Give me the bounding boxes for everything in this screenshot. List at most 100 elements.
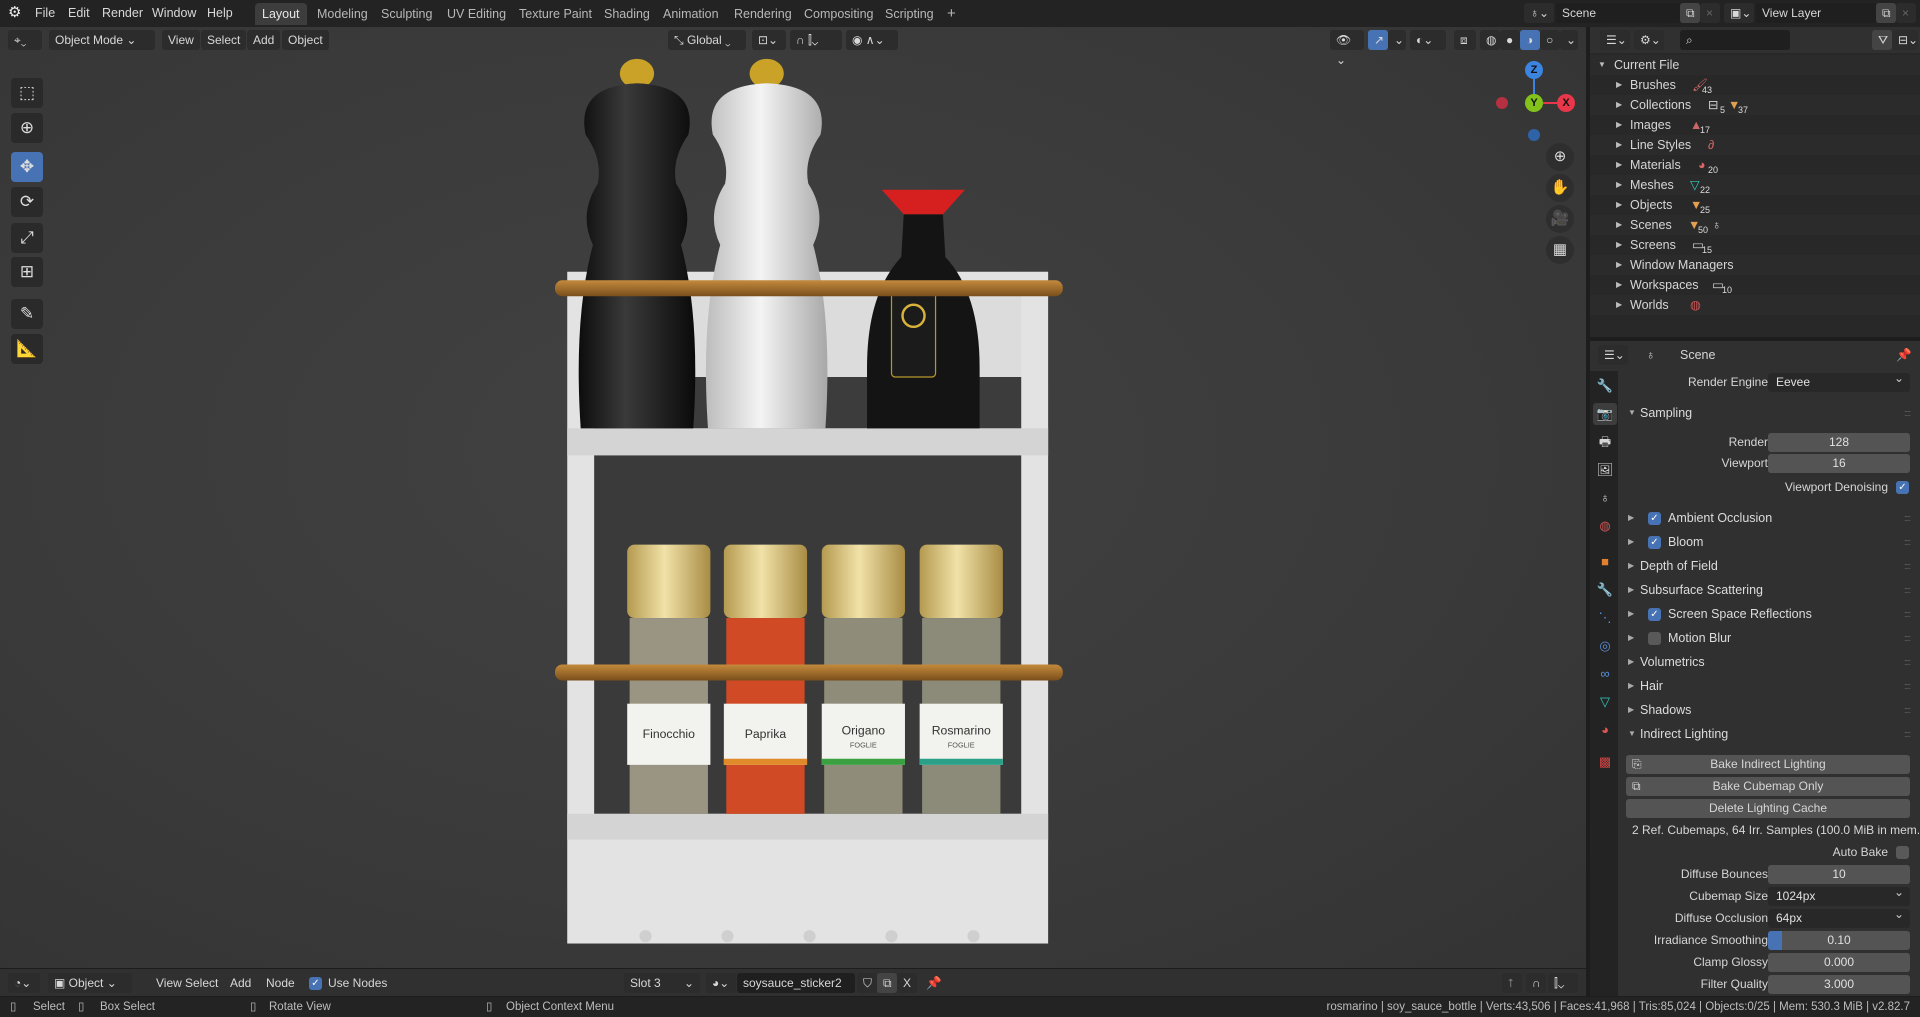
tab-modeling[interactable]: Modeling: [310, 3, 375, 25]
clamp-glossy-field[interactable]: 0.000: [1768, 953, 1910, 972]
tree-item-workspaces[interactable]: ▶ Workspaces ▭ 10: [1590, 275, 1920, 295]
filter-icon[interactable]: ⛛: [1872, 30, 1892, 50]
ambient-occlusion-checkbox[interactable]: ✓: [1648, 512, 1661, 525]
proportional-editing-icon[interactable]: ◉ ∧⌄: [846, 30, 898, 50]
viewport-denoising-checkbox[interactable]: ✓: [1896, 481, 1909, 494]
tree-item-line-styles[interactable]: ▶ Line Styles ∂: [1590, 135, 1920, 155]
render-engine-dropdown[interactable]: Eevee: [1768, 369, 1910, 392]
view-layer-selector-icon[interactable]: ▣⌄: [1724, 3, 1754, 23]
gizmo-x-axis[interactable]: X: [1557, 94, 1575, 112]
overlays-icon[interactable]: ◐⌄: [1410, 30, 1446, 50]
menu-help[interactable]: Help: [207, 4, 233, 22]
menu-render[interactable]: Render: [102, 4, 143, 22]
rotate-tool-icon[interactable]: ⟳: [11, 187, 43, 217]
filter-quality-field[interactable]: 3.000: [1768, 975, 1910, 994]
camera-view-icon[interactable]: 🎥: [1546, 205, 1574, 233]
particles-tab-icon[interactable]: ⋱: [1593, 607, 1617, 629]
visibility-icon[interactable]: 👁⌄: [1330, 30, 1364, 67]
material-browse-icon[interactable]: ◕⌄: [706, 973, 736, 993]
object-tab-icon[interactable]: ■: [1593, 551, 1617, 573]
tab-animation[interactable]: Animation: [656, 3, 726, 25]
add-workspace-button[interactable]: +: [940, 3, 963, 25]
bake-indirect-lighting-button[interactable]: ⎘ Bake Indirect Lighting: [1626, 755, 1910, 774]
menu-file[interactable]: File: [35, 4, 55, 22]
gizmo-neg-z-axis[interactable]: [1528, 129, 1540, 141]
snap-icon[interactable]: ∩: [1526, 973, 1546, 993]
3d-viewport[interactable]: Finocchio Paprika Origano FOGLIE Rosmari…: [0, 27, 1586, 968]
ssr-checkbox[interactable]: ✓: [1648, 608, 1661, 621]
view-layer-tab-icon[interactable]: 🖼: [1593, 459, 1617, 481]
gizmo-y-axis[interactable]: Y: [1525, 94, 1543, 112]
editor-type-icon[interactable]: ☰⌄: [1598, 345, 1628, 365]
pivot-point-icon[interactable]: ⊡⌄: [752, 30, 786, 50]
diffuse-bounces-field[interactable]: 10: [1768, 865, 1910, 884]
shader-type-dropdown[interactable]: ▣ Object ⌄: [48, 973, 132, 993]
tab-rendering[interactable]: Rendering: [727, 3, 799, 25]
delete-view-layer-icon[interactable]: ×: [1896, 3, 1916, 23]
tree-item-worlds[interactable]: ▶ Worlds ◍: [1590, 295, 1920, 315]
modifier-tab-icon[interactable]: 🔧: [1593, 579, 1617, 601]
pin-icon[interactable]: 📌: [926, 974, 942, 992]
gizmo-toggle-icon[interactable]: ↗: [1368, 30, 1388, 50]
menu-add[interactable]: Add: [247, 30, 281, 50]
material-preview-shading-icon[interactable]: ◑: [1520, 30, 1540, 50]
new-material-icon[interactable]: ⧉: [877, 973, 897, 993]
shading-dropdown-icon[interactable]: ⌄: [1560, 30, 1578, 50]
blender-logo-icon[interactable]: ⚙: [8, 4, 21, 22]
tree-item-meshes[interactable]: ▶ Meshes ▽ 22: [1590, 175, 1920, 195]
transform-tool-icon[interactable]: ⊞: [11, 257, 43, 287]
material-name-field[interactable]: soysauce_sticker2: [737, 973, 855, 993]
measure-tool-icon[interactable]: 📐: [11, 334, 43, 364]
data-tab-icon[interactable]: ▽: [1593, 691, 1617, 713]
tab-uv-editing[interactable]: UV Editing: [440, 3, 513, 25]
ortho-grid-icon[interactable]: ▦: [1546, 236, 1574, 264]
editor-type-icon[interactable]: ◔⌄: [8, 973, 40, 993]
menu-add[interactable]: Add: [224, 973, 257, 993]
scene-selector-icon[interactable]: ♁⌄: [1524, 3, 1554, 23]
menu-view[interactable]: View: [162, 30, 200, 50]
annotate-tool-icon[interactable]: ✎: [11, 299, 43, 329]
material-tab-icon[interactable]: ◕: [1593, 719, 1617, 741]
gizmo-neg-x-axis[interactable]: [1496, 97, 1508, 109]
select-box-tool-icon[interactable]: ⬚: [11, 78, 43, 108]
tree-item-screens[interactable]: ▶ Screens ▭ 15: [1590, 235, 1920, 255]
render-tab-icon[interactable]: 📷: [1593, 403, 1617, 425]
new-collection-icon[interactable]: ⊟⌄: [1892, 30, 1918, 50]
menu-select[interactable]: Select: [179, 973, 224, 993]
output-tab-icon[interactable]: 🖶: [1593, 431, 1617, 453]
rendered-shading-icon[interactable]: ○: [1540, 30, 1560, 50]
tree-item-objects[interactable]: ▶ Objects ▼ 25: [1590, 195, 1920, 215]
outliner-search-input[interactable]: ⌕: [1680, 30, 1790, 50]
xray-icon[interactable]: ⧈: [1454, 30, 1476, 50]
gizmo-z-axis[interactable]: Z: [1525, 61, 1543, 79]
bloom-checkbox[interactable]: ✓: [1648, 536, 1661, 549]
pan-hand-icon[interactable]: ✋: [1546, 174, 1574, 202]
cubemap-size-dropdown[interactable]: 1024px: [1768, 883, 1910, 906]
tab-layout[interactable]: Layout: [255, 3, 307, 25]
viewport-samples-field[interactable]: 16: [1768, 454, 1910, 473]
transform-orientation-dropdown[interactable]: ⤡ Global ⌄: [668, 30, 746, 50]
wireframe-shading-icon[interactable]: ◍: [1480, 30, 1500, 50]
snap-icon[interactable]: ∩ ⫿⌄: [790, 30, 842, 50]
parent-tree-icon[interactable]: ⭡: [1502, 973, 1522, 993]
tree-item-brushes[interactable]: ▶ Brushes 🖌 43: [1590, 75, 1920, 95]
display-mode-icon[interactable]: ☰⌄: [1600, 30, 1630, 50]
menu-node[interactable]: Node: [260, 973, 301, 993]
world-tab-icon[interactable]: ◍: [1593, 515, 1617, 537]
tree-item-window-managers[interactable]: ▶ Window Managers: [1590, 255, 1920, 275]
snap-mode-icon[interactable]: ⫿⌄: [1548, 973, 1578, 993]
cursor-tool-icon[interactable]: ⊕: [11, 113, 43, 143]
delete-scene-icon[interactable]: ×: [1700, 3, 1720, 23]
slot-dropdown[interactable]: Slot 3 ⌄: [624, 973, 700, 993]
tree-item-materials[interactable]: ▶ Materials ◕ 20: [1590, 155, 1920, 175]
menu-select[interactable]: Select: [201, 30, 247, 50]
filter-scene-icon[interactable]: ⚙⌄: [1634, 30, 1664, 50]
tab-texture-paint[interactable]: Texture Paint: [512, 3, 599, 25]
scene-name-field[interactable]: Scene: [1556, 3, 1680, 23]
irradiance-smoothing-slider[interactable]: 0.10: [1768, 931, 1910, 950]
constraints-tab-icon[interactable]: ∞: [1593, 663, 1617, 685]
menu-edit[interactable]: Edit: [68, 4, 90, 22]
motion-blur-checkbox[interactable]: [1648, 632, 1661, 645]
bake-cubemap-only-button[interactable]: ⧉ Bake Cubemap Only: [1626, 777, 1910, 796]
tree-item-scenes[interactable]: ▶ Scenes ▼ 50 ♁: [1590, 215, 1920, 235]
